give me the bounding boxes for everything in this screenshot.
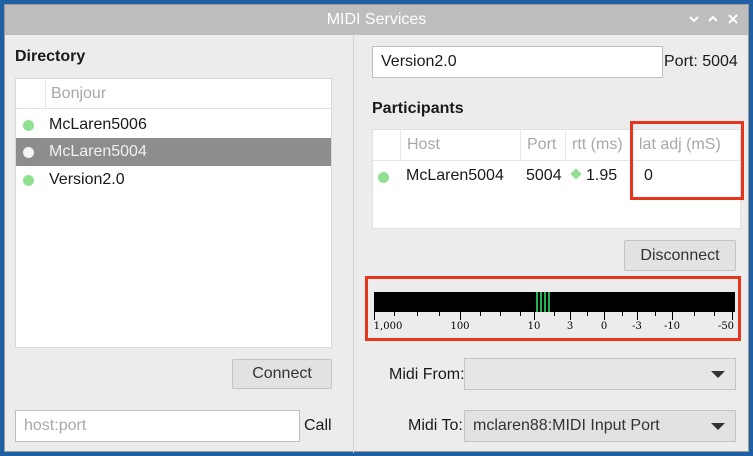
scale-tick	[587, 312, 588, 316]
chevron-down-icon[interactable]	[685, 10, 703, 28]
directory-heading: Directory	[15, 48, 86, 65]
online-status-icon	[23, 175, 34, 186]
midi-from-select[interactable]	[464, 358, 736, 390]
participants-heading: Participants	[372, 100, 464, 117]
latency-scale: 1,000 100 10 3 0 -3 -10 -50	[374, 312, 735, 336]
scale-tick	[480, 312, 481, 316]
rtt-column-header: rtt (ms)	[566, 130, 633, 161]
scale-tick	[374, 312, 375, 320]
host-port-placeholder: host:port	[24, 417, 87, 434]
midi-to-select[interactable]: mclaren88:MIDI Input Port	[464, 410, 736, 442]
status-column-header	[16, 79, 46, 109]
close-icon[interactable]	[724, 10, 742, 28]
midi-services-window: MIDI Services Directory Bonjour McLaren5…	[4, 4, 749, 453]
host-column-header: Host	[401, 130, 521, 161]
call-button[interactable]: Call	[304, 417, 332, 435]
rtt-indicator-icon	[570, 168, 582, 180]
participant-rtt-value: 1.95	[586, 167, 618, 184]
directory-list-header: Bonjour	[16, 79, 331, 109]
directory-item-selected[interactable]: McLaren5004	[16, 138, 331, 166]
scale-tick-label: -50	[717, 321, 735, 332]
participant-rtt: 1.95	[570, 167, 618, 185]
port-column-header: Port	[521, 130, 566, 161]
latency-bar	[544, 292, 546, 312]
scale-tick	[570, 312, 571, 320]
scale-tick-label: 100	[450, 321, 470, 332]
scale-tick-label: -10	[663, 321, 681, 332]
midi-to-label: Midi To:	[408, 417, 463, 434]
scale-tick	[554, 312, 555, 316]
pane-divider	[353, 35, 354, 453]
scale-tick	[604, 312, 605, 320]
participant-host: McLaren5004	[406, 167, 504, 184]
session-name-input[interactable]: Version2.0	[372, 46, 663, 78]
lat-adj-highlight-box	[630, 121, 744, 200]
host-port-input[interactable]: host:port	[15, 410, 300, 442]
midi-to-value: mclaren88:MIDI Input Port	[473, 417, 660, 434]
online-status-icon	[378, 172, 389, 183]
window-title: MIDI Services	[326, 11, 427, 28]
scale-tick	[637, 312, 638, 320]
scale-tick	[394, 312, 395, 316]
scale-tick	[417, 312, 418, 316]
title-bar: MIDI Services	[5, 5, 748, 35]
scale-tick	[534, 312, 535, 320]
midi-from-label: Midi From:	[389, 366, 465, 383]
disconnect-button[interactable]: Disconnect	[624, 240, 736, 271]
dropdown-arrow-icon	[711, 423, 725, 430]
scale-tick-label: 10	[527, 321, 541, 332]
scale-tick	[460, 312, 461, 320]
directory-item[interactable]: Version2.0	[16, 166, 331, 194]
online-status-icon	[23, 147, 34, 158]
scale-tick	[500, 312, 501, 316]
directory-item-label: McLaren5004	[49, 143, 147, 160]
directory-item[interactable]: McLaren5006	[16, 111, 331, 139]
scale-tick-label: 1,000	[373, 321, 403, 332]
connect-button[interactable]: Connect	[232, 359, 332, 389]
scale-tick-label: 0	[600, 321, 608, 332]
scale-tick	[439, 312, 440, 316]
online-status-icon	[23, 120, 34, 131]
latency-bar	[536, 292, 538, 312]
dropdown-arrow-icon	[711, 371, 725, 378]
participant-port: 5004	[526, 167, 562, 184]
scale-tick	[520, 312, 521, 316]
directory-item-label: McLaren5006	[49, 116, 147, 133]
scale-tick	[694, 312, 695, 316]
scale-tick-label: -3	[632, 321, 642, 332]
scale-tick-label: 3	[566, 321, 574, 332]
scale-tick	[622, 312, 623, 316]
scale-tick	[732, 312, 733, 320]
port-label: Port: 5004	[664, 53, 738, 70]
latency-meter	[374, 292, 735, 312]
latency-bar	[548, 292, 550, 312]
bonjour-column-header: Bonjour	[51, 85, 107, 102]
status-column-header	[373, 130, 401, 161]
chevron-up-icon[interactable]	[704, 10, 722, 28]
session-name-value: Version2.0	[381, 53, 457, 70]
latency-bar	[540, 292, 542, 312]
scale-tick	[714, 312, 715, 316]
scale-tick	[655, 312, 656, 316]
directory-item-label: Version2.0	[49, 171, 125, 188]
directory-list[interactable]: Bonjour McLaren5006 McLaren5004 Version2…	[15, 78, 332, 348]
scale-tick	[672, 312, 673, 320]
